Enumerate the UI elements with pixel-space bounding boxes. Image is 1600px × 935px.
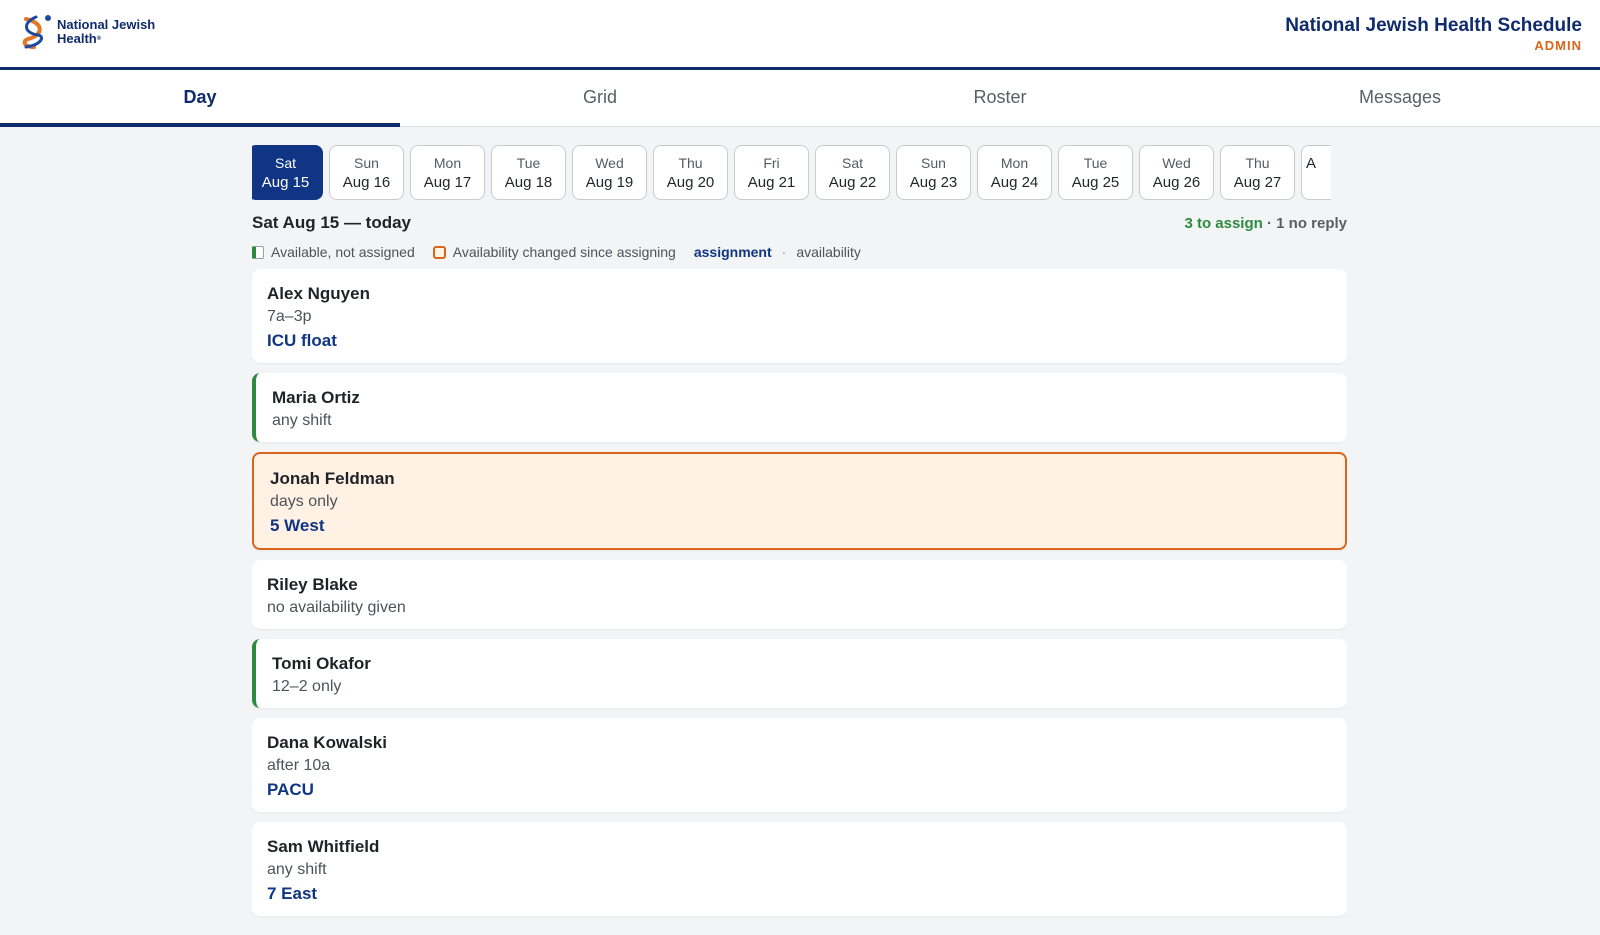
staff-availability: after 10a xyxy=(267,757,331,774)
date-chip[interactable]: Thu Aug 20 xyxy=(653,145,728,200)
date-chip[interactable]: Wed Aug 26 xyxy=(1139,145,1214,200)
tab-day[interactable]: Day xyxy=(0,70,400,127)
date-chip-weekday: Sun xyxy=(354,155,379,171)
date-chip-weekday: Tue xyxy=(1083,155,1108,171)
tab-grid[interactable]: Grid xyxy=(400,70,800,126)
date-chip-weekday: Fri xyxy=(763,155,780,171)
date-chip-date: Aug 17 xyxy=(423,174,472,191)
date-chip-date: Aug 23 xyxy=(909,174,958,191)
date-chip-date: Aug 20 xyxy=(666,174,715,191)
app-title: National Jewish Health Schedule xyxy=(1285,15,1582,36)
date-chip[interactable]: Fri Aug 21 xyxy=(734,145,809,200)
day-heading: Sat Aug 15 — today xyxy=(252,213,412,232)
date-chip-date: Aug 24 xyxy=(990,174,1039,191)
staff-card[interactable]: Sam Whitfield any shift 7 East xyxy=(252,822,1347,916)
date-chip-weekday: Tue xyxy=(516,155,541,171)
staff-availability: 12–2 only xyxy=(272,678,342,695)
date-chip-weekday: Mon xyxy=(433,155,462,171)
date-chip[interactable]: Mon Aug 24 xyxy=(977,145,1052,200)
date-chip-date: Aug 18 xyxy=(504,174,553,191)
date-chip-date: Aug 15 xyxy=(261,174,310,191)
staff-card[interactable]: Dana Kowalski after 10a PACU xyxy=(252,718,1347,812)
staff-card[interactable]: Riley Blake no availability given xyxy=(252,560,1347,629)
date-chip-weekday: Wed xyxy=(1162,155,1191,171)
helix-logo-icon xyxy=(22,15,51,49)
date-chip[interactable]: Sat Aug 22 xyxy=(815,145,890,200)
date-chip-date: A xyxy=(1306,155,1317,172)
staff-name: Dana Kowalski xyxy=(267,733,387,752)
to-assign-count[interactable]: 3 to assign xyxy=(1184,215,1262,232)
day-view: Sat Aug 15 Sun Aug 16 Mon Aug 17 Tue Aug 18 Wed A… xyxy=(252,127,1347,935)
date-chip[interactable]: Wed Aug 19 xyxy=(572,145,647,200)
staff-card[interactable]: Alex Nguyen 7a–3p ICU float xyxy=(252,269,1347,363)
date-chip-date: Aug 25 xyxy=(1071,174,1120,191)
date-strip[interactable]: Sat Aug 15 Sun Aug 16 Mon Aug 17 Tue Aug 18 Wed A… xyxy=(252,145,1347,201)
tab-messages[interactable]: Messages xyxy=(1200,70,1600,126)
app-header: National Jewish Health® National Jewish … xyxy=(0,0,1600,70)
date-chip-weekday: Thu xyxy=(1245,155,1270,171)
date-chip-weekday: Sat xyxy=(841,155,863,171)
date-chip-weekday: Sat xyxy=(274,155,296,171)
legend-dot: · xyxy=(781,244,787,260)
registered-mark: ® xyxy=(96,36,102,42)
date-chip-date: Aug 19 xyxy=(585,174,634,191)
date-chip-weekday: Thu xyxy=(678,155,703,171)
date-chip-weekday: Sun xyxy=(921,155,946,171)
date-chip-date: Aug 16 xyxy=(342,174,391,191)
staff-card[interactable]: Tomi Okafor 12–2 only xyxy=(252,639,1347,708)
date-chip-date: Aug 21 xyxy=(747,174,796,191)
date-chip-weekday: Wed xyxy=(595,155,624,171)
app-title-block: National Jewish Health Schedule ADMIN xyxy=(1285,14,1582,54)
day-summary: 3 to assign · 1 no reply xyxy=(1184,215,1347,232)
date-chip[interactable]: Sat Aug 15 xyxy=(252,145,323,200)
date-chip-date: Aug 27 xyxy=(1233,174,1282,191)
staff-availability: any shift xyxy=(272,412,332,429)
logo-line-1: National Jewish xyxy=(57,17,156,32)
date-chip-date: Aug 26 xyxy=(1152,174,1201,191)
logo-line-2: Health xyxy=(57,31,97,46)
date-chip[interactable]: Sun Aug 16 xyxy=(329,145,404,200)
available-swatch-icon xyxy=(252,245,264,259)
date-chip[interactable]: Mon Aug 17 xyxy=(410,145,485,200)
staff-name: Riley Blake xyxy=(267,575,358,594)
staff-name: Jonah Feldman xyxy=(270,469,395,488)
legend-changed-label: Availability changed since assigning xyxy=(452,244,676,260)
date-chip[interactable]: Tue Aug 25 xyxy=(1058,145,1133,200)
legend-availability-key: availability xyxy=(796,244,861,260)
staff-name: Tomi Okafor xyxy=(272,654,371,673)
tab-roster[interactable]: Roster xyxy=(800,70,1200,126)
date-chip-date: Aug 22 xyxy=(828,174,877,191)
staff-card[interactable]: Jonah Feldman days only 5 West xyxy=(252,452,1347,550)
national-jewish-health-logo[interactable]: National Jewish Health® xyxy=(18,13,155,51)
date-chip[interactable]: Sun Aug 23 xyxy=(896,145,971,200)
legend: Available, not assigned Availability cha… xyxy=(252,244,861,260)
staff-availability: any shift xyxy=(267,861,327,878)
staff-name: Maria Ortiz xyxy=(272,388,360,407)
staff-availability: days only xyxy=(270,493,338,510)
legend-assignment-key: assignment xyxy=(693,244,772,260)
role-badge: ADMIN xyxy=(1534,38,1582,53)
staff-assignment: PACU xyxy=(267,780,314,799)
legend-available-label: Available, not assigned xyxy=(271,244,415,260)
staff-card[interactable]: Maria Ortiz any shift xyxy=(252,373,1347,442)
main-tabs: Day Grid Roster Messages xyxy=(0,70,1600,127)
staff-availability: no availability given xyxy=(267,599,406,616)
staff-availability: 7a–3p xyxy=(267,308,312,325)
staff-name: Alex Nguyen xyxy=(267,284,370,303)
date-chip[interactable]: Tue Aug 18 xyxy=(491,145,566,200)
date-chip[interactable]: Thu Aug 27 xyxy=(1220,145,1295,200)
no-reply-count[interactable]: 1 no reply xyxy=(1276,215,1347,232)
changed-swatch-icon xyxy=(432,245,446,259)
date-chip[interactable]: A xyxy=(1301,145,1331,200)
staff-assignment: ICU float xyxy=(267,331,337,350)
staff-assignment: 7 East xyxy=(267,884,318,903)
summary-separator: · xyxy=(1262,215,1277,232)
staff-assignment: 5 West xyxy=(270,516,325,535)
date-chip-weekday: Mon xyxy=(1000,155,1029,171)
logo-wordmark: National Jewish Health® xyxy=(57,18,155,46)
staff-name: Sam Whitfield xyxy=(267,837,380,856)
